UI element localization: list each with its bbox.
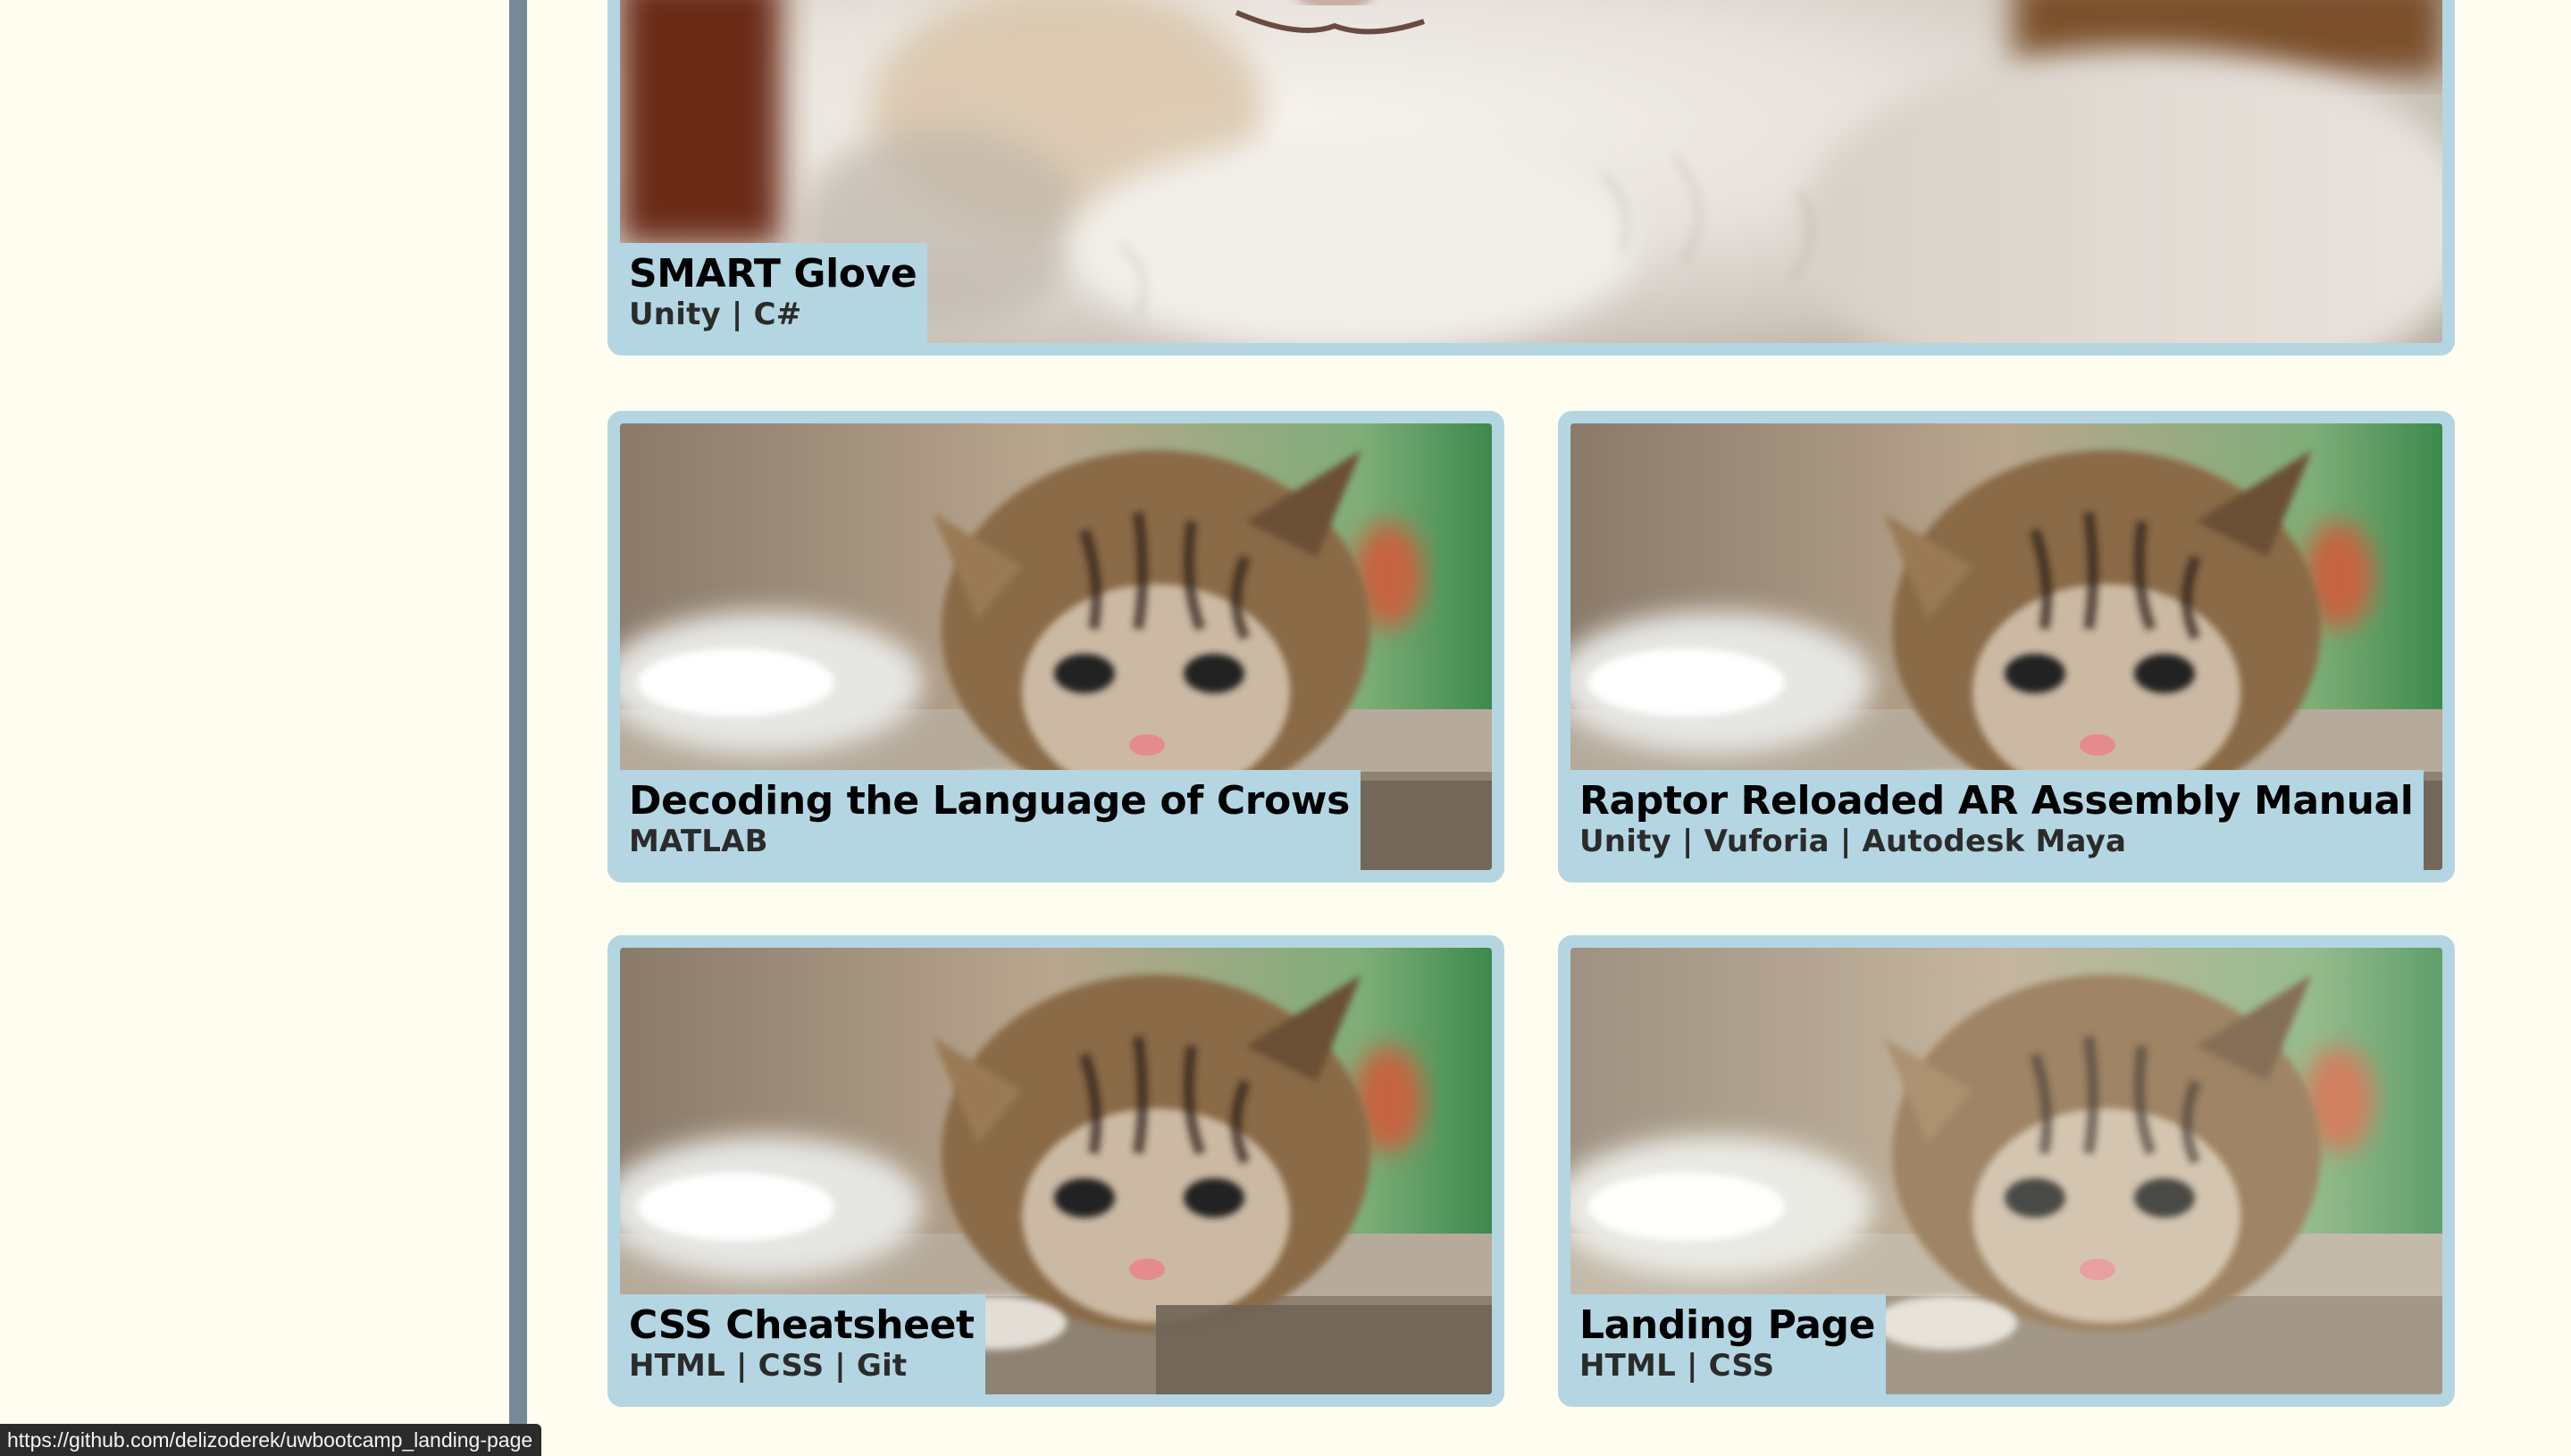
project-title: CSS Cheatsheet [629,1302,975,1348]
project-title: Raptor Reloaded AR Assembly Manual [1579,778,2414,824]
sidebar-panel [0,0,509,1456]
link-preview-status-bar: https://github.com/delizoderek/uwbootcam… [0,1424,542,1456]
project-caption: SMART Glove Unity | C# [620,243,928,343]
project-title: Landing Page [1579,1302,1876,1348]
project-caption: CSS Cheatsheet HTML | CSS | Git [620,1294,985,1394]
project-tech-stack: Unity | C# [629,297,802,332]
project-tech-stack: MATLAB [629,824,768,859]
sidebar-border [509,0,527,1456]
project-tech-stack: HTML | CSS [1579,1348,1775,1384]
project-title: SMART Glove [629,251,917,297]
project-tech-stack: HTML | CSS | Git [629,1348,908,1384]
project-caption: Landing Page HTML | CSS [1570,1294,1887,1394]
project-card-landing-page[interactable]: Landing Page HTML | CSS [1558,935,2455,1407]
project-card-decoding-crows[interactable]: Decoding the Language of Crows MATLAB [607,411,1504,883]
project-caption: Raptor Reloaded AR Assembly Manual Unity… [1570,770,2424,870]
project-title: Decoding the Language of Crows [629,778,1350,824]
project-card-css-cheatsheet[interactable]: CSS Cheatsheet HTML | CSS | Git [607,935,1504,1407]
project-tech-stack: Unity | Vuforia | Autodesk Maya [1579,824,2127,859]
project-card-smart-glove[interactable]: SMART Glove Unity | C# [607,0,2455,356]
project-caption: Decoding the Language of Crows MATLAB [620,770,1361,870]
project-card-raptor-reloaded[interactable]: Raptor Reloaded AR Assembly Manual Unity… [1558,411,2455,883]
